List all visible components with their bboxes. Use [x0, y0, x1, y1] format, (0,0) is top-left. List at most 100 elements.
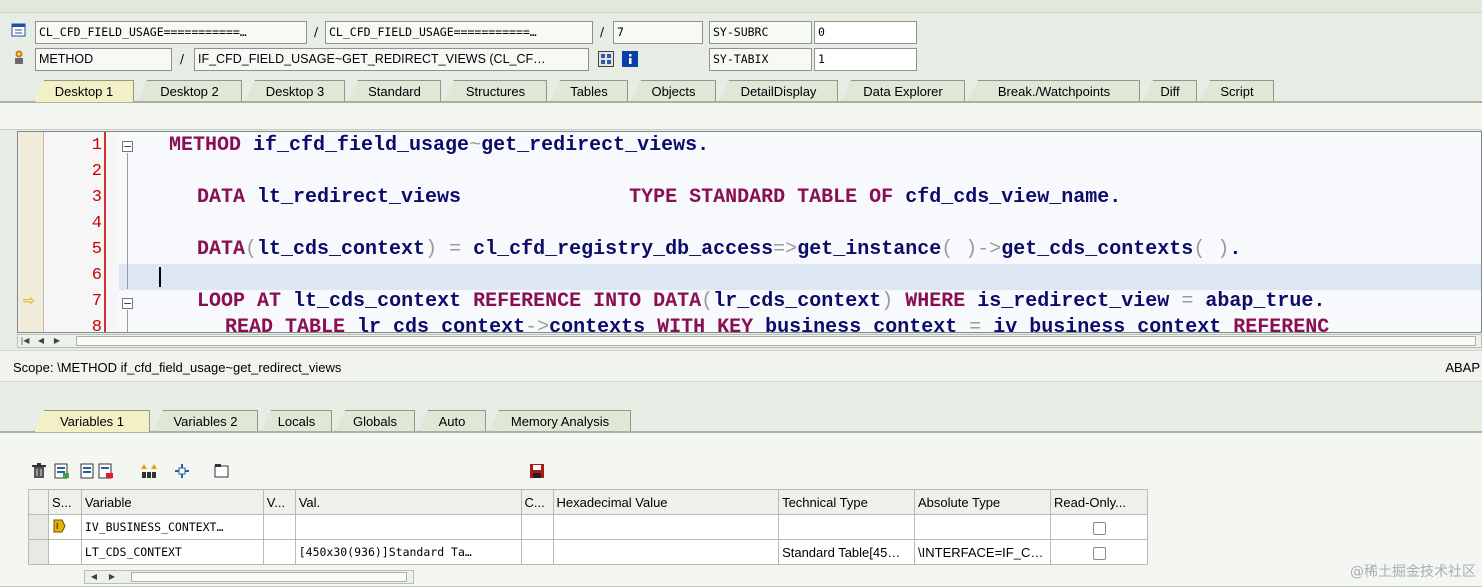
navigate-source-icon[interactable]: [598, 51, 614, 67]
line-number: 1: [91, 136, 102, 155]
fold-guide: [127, 153, 128, 289]
read-only-checkbox[interactable]: [1092, 546, 1106, 560]
row-selector-header[interactable]: [28, 489, 49, 515]
tab-globals[interactable]: Globals: [335, 410, 415, 432]
tab-standard[interactable]: Standard: [348, 80, 441, 102]
tab-locals[interactable]: Locals: [261, 410, 332, 432]
save-icon[interactable]: [529, 463, 545, 479]
code-line: DATA(lt_cds_context) = cl_cfd_registry_d…: [197, 238, 1242, 261]
tab-desktop-2[interactable]: Desktop 2: [137, 80, 242, 102]
scroll-right-icon[interactable]: ▶: [105, 571, 119, 583]
line-number: 7: [91, 292, 102, 311]
tab-tables[interactable]: Tables: [550, 80, 628, 102]
table-row[interactable]: LT_CDS_CONTEXT [450x30(936)]Standard Ta……: [28, 539, 1148, 565]
value-cell[interactable]: [294, 514, 522, 540]
scroll-thumb[interactable]: [76, 336, 1476, 346]
variables-panel-header: [0, 383, 1482, 409]
include-field[interactable]: CL_CFD_FIELD_USAGE===========…: [325, 21, 593, 44]
collapse-icon[interactable]: −: [122, 298, 133, 309]
line-number: 6: [91, 266, 102, 285]
column-header[interactable]: Hexadecimal Value: [552, 489, 780, 515]
change-indicator-cell: [520, 514, 554, 540]
tab-data-explorer[interactable]: Data Explorer: [841, 80, 965, 102]
read-only-checkbox[interactable]: [1092, 521, 1106, 535]
scope-text: Scope: \METHOD if_cfd_field_usage~get_re…: [13, 360, 342, 375]
editor-horizontal-scrollbar[interactable]: |◀ ◀ ▶: [17, 334, 1482, 348]
tab-auto[interactable]: Auto: [418, 410, 486, 432]
sort-icon[interactable]: [141, 463, 157, 479]
event-type-field[interactable]: METHOD: [35, 48, 172, 71]
sy-tabix-value[interactable]: 1: [814, 48, 917, 71]
code-line: READ TABLE lr_cds_context->contexts WITH…: [225, 316, 1330, 333]
tab-script[interactable]: Script: [1200, 80, 1274, 102]
column-header[interactable]: Val.: [294, 489, 522, 515]
insert-row-icon[interactable]: [54, 463, 70, 479]
separator: /: [600, 25, 605, 39]
sy-tabix-label: SY-TABIX: [709, 48, 812, 71]
tab-detaildisplay[interactable]: DetailDisplay: [719, 80, 838, 102]
tab-memory-analysis[interactable]: Memory Analysis: [489, 410, 631, 432]
column-header[interactable]: Read-Only...: [1050, 489, 1148, 515]
variables-tab-strip: Variables 1 Variables 2 Locals Globals A…: [0, 410, 1482, 432]
variable-name-cell[interactable]: IV_BUSINESS_CONTEXT…: [80, 514, 264, 540]
sy-subrc-value[interactable]: 0: [814, 21, 917, 44]
current-line-highlight: [119, 264, 1481, 290]
column-header[interactable]: V...: [262, 489, 296, 515]
sy-subrc-label: SY-SUBRC: [709, 21, 812, 44]
code-line: LOOP AT lt_cds_context REFERENCE INTO DA…: [197, 290, 1326, 313]
fold-guide: [127, 310, 128, 332]
scroll-left-icon[interactable]: |◀: [18, 335, 32, 347]
method-icon: [11, 49, 27, 65]
line-number-field[interactable]: 7: [613, 21, 703, 44]
column-header[interactable]: Technical Type: [778, 489, 916, 515]
tab-desktop-3[interactable]: Desktop 3: [245, 80, 345, 102]
tab-variables-2[interactable]: Variables 2: [153, 410, 258, 432]
table-horizontal-scrollbar[interactable]: ◀ ▶: [84, 570, 414, 584]
separator: /: [314, 25, 319, 39]
absolute-type-cell: \INTERFACE=IF_C…: [914, 539, 1051, 565]
column-header[interactable]: S...: [47, 489, 82, 515]
delete-icon[interactable]: [31, 463, 47, 479]
tab-objects[interactable]: Objects: [631, 80, 716, 102]
execution-pointer-icon: ⇨: [23, 293, 35, 309]
collapse-icon[interactable]: −: [122, 141, 133, 152]
column-header[interactable]: Variable: [80, 489, 264, 515]
program-field[interactable]: CL_CFD_FIELD_USAGE===========…: [35, 21, 307, 44]
scroll-left-icon[interactable]: ◀: [34, 335, 48, 347]
line-number: 3: [91, 188, 102, 207]
line-number: 5: [91, 240, 102, 259]
row-selector[interactable]: [28, 539, 49, 565]
column-header[interactable]: C...: [520, 489, 554, 515]
change-cell: [262, 539, 296, 565]
open-detail-icon[interactable]: [214, 463, 230, 479]
scroll-right-icon[interactable]: ▶: [50, 335, 64, 347]
source-code-editor[interactable]: 1 2 3 4 5 6 7 8 − − ⇨ METHOD if_cfd_fiel…: [17, 131, 1482, 333]
variable-name-cell[interactable]: LT_CDS_CONTEXT: [80, 539, 264, 565]
column-header[interactable]: Absolute Type: [914, 489, 1051, 515]
table-row[interactable]: I IV_BUSINESS_CONTEXT…: [28, 514, 1148, 540]
tab-break-watchpoints[interactable]: Break./Watchpoints: [968, 80, 1140, 102]
hex-value-cell: [552, 539, 780, 565]
hex-value-cell: [552, 514, 780, 540]
status-cell: I: [47, 514, 82, 540]
row-selector[interactable]: [28, 514, 49, 540]
code-line: DATA lt_redirect_views TYPE STANDARD TAB…: [197, 186, 1122, 209]
read-only-cell: [1050, 514, 1148, 540]
change-indicator-cell: [520, 539, 554, 565]
tab-diff[interactable]: Diff: [1143, 80, 1197, 102]
watermark: @稀土掘金技术社区: [1350, 564, 1476, 580]
scroll-left-icon[interactable]: ◀: [87, 571, 101, 583]
tab-structures[interactable]: Structures: [444, 80, 547, 102]
append-row-icon[interactable]: [80, 463, 96, 479]
technical-type-cell: Standard Table[45…: [778, 539, 916, 565]
table-header-row: S... Variable V... Val. C... Hexadecimal…: [28, 489, 1148, 515]
navigate-icon[interactable]: [174, 463, 190, 479]
scroll-thumb[interactable]: [131, 572, 407, 582]
line-number: 8: [91, 318, 102, 333]
tab-desktop-1[interactable]: Desktop 1: [34, 80, 134, 102]
info-icon[interactable]: [622, 51, 638, 67]
delete-row-icon[interactable]: [98, 463, 114, 479]
tab-variables-1[interactable]: Variables 1: [34, 410, 150, 432]
value-cell[interactable]: [450x30(936)]Standard Ta…: [294, 539, 522, 565]
event-field[interactable]: IF_CFD_FIELD_USAGE~GET_REDIRECT_VIEWS (C…: [194, 48, 589, 71]
